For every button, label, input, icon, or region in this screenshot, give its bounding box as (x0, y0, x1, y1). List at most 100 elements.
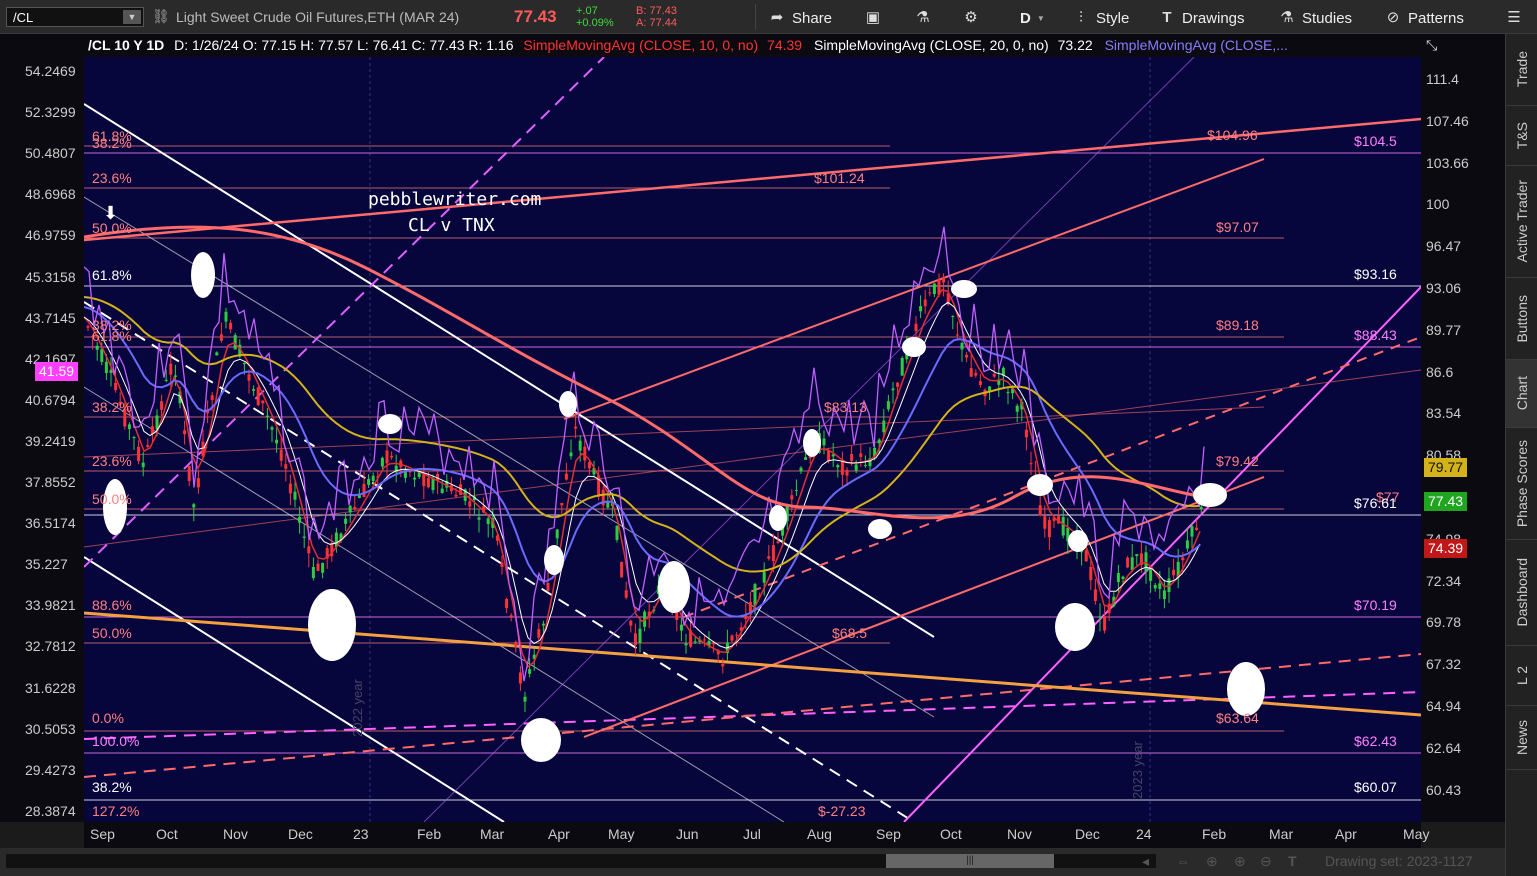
level-label: $76.61 (1354, 495, 1397, 511)
time-axis-tick: 24 (1136, 826, 1152, 842)
zoom-in-icon[interactable]: ⊕ (1206, 853, 1218, 870)
time-axis-tick: Nov (223, 826, 248, 842)
candle-body (528, 669, 532, 674)
expand-icon[interactable]: ⇔ (1176, 853, 1190, 869)
scroll-left-icon[interactable]: ◂ (1142, 853, 1149, 870)
right-axis-tick: 62.64 (1426, 739, 1462, 756)
candle-body (541, 623, 545, 626)
candle-body (679, 624, 683, 631)
candle-body (863, 465, 867, 467)
text-tool-icon[interactable]: T (1288, 853, 1297, 869)
tab-dashboard[interactable]: Dashboard (1506, 540, 1537, 646)
time-axis-tick: Feb (417, 826, 442, 842)
quote-button[interactable]: ▣ (864, 7, 882, 29)
candle-body (146, 445, 150, 447)
candle-body (169, 363, 173, 375)
candle-body (270, 427, 274, 430)
left-price-tag: 41.59 (35, 362, 79, 381)
left-axis-tick: 45.3158 (25, 268, 76, 285)
candle-body (569, 452, 573, 457)
tab-label: Chart (1513, 376, 1530, 411)
tab-phase-scores[interactable]: Phase Scores (1506, 428, 1537, 540)
candle-body (127, 424, 131, 430)
menu-button[interactable]: ☰ (1505, 7, 1523, 29)
candle-body (1015, 405, 1019, 412)
candle-icon: ⫶ (1079, 9, 1083, 26)
candle-body (564, 473, 568, 480)
studies-button[interactable]: ⚗ Studies (1278, 7, 1352, 29)
patterns-icon: ⊘ (1386, 9, 1400, 26)
patterns-button[interactable]: ⊘ Patterns (1384, 7, 1464, 29)
chevron-down-icon[interactable]: ▼ (123, 10, 141, 24)
share-button[interactable]: ➦ Share (768, 7, 832, 29)
tab-time-sales[interactable]: T&S (1506, 106, 1537, 166)
tab-active-trader[interactable]: Active Trader (1506, 166, 1537, 278)
right-axis-tick: 107.46 (1426, 112, 1469, 129)
right-axis-tick: 103.66 (1426, 154, 1469, 171)
drawings-button[interactable]: T Drawings (1158, 7, 1244, 29)
link-icon[interactable]: ⛓ (152, 8, 170, 26)
time-axis-tick: May (1403, 826, 1430, 842)
left-axis-tick: 35.227 (25, 556, 68, 573)
candle-body (385, 450, 389, 464)
candle-body (960, 342, 964, 350)
candle-body (362, 483, 366, 498)
candle-body (353, 507, 357, 510)
right-axis-tick: 67.32 (1426, 656, 1462, 673)
time-axis-tick: Aug (807, 826, 832, 842)
drawing-set-label[interactable]: Drawing set: 2023-1127 (1325, 853, 1473, 869)
candle-body (790, 495, 794, 500)
level-label: $93.16 (1354, 266, 1397, 282)
candle-body (583, 446, 587, 461)
candle-body (1149, 569, 1153, 581)
tab-buttons[interactable]: Buttons (1506, 278, 1537, 360)
time-axis-tick: Jul (743, 826, 761, 842)
tab-label: Trade (1513, 51, 1530, 88)
time-axis-tick: Dec (288, 826, 313, 842)
left-axis-tick: 39.2419 (25, 432, 76, 449)
candle-body (279, 449, 283, 461)
settings-button[interactable]: ⚙ (962, 7, 980, 29)
candle-body (1029, 463, 1033, 465)
candle-body (969, 368, 973, 377)
candle-body (730, 635, 734, 641)
tab-trade[interactable]: Trade (1506, 34, 1537, 106)
candle-body (500, 562, 504, 567)
candle-body (804, 457, 808, 460)
fib-label: 88.6% (92, 597, 132, 613)
zoom-in-icon[interactable]: ⊕ (1234, 853, 1246, 870)
candle-body (624, 590, 628, 598)
symbol-input[interactable]: /CL ▼ (6, 7, 144, 27)
candle-body (183, 430, 187, 435)
zoom-out-icon[interactable]: ⊖ (1260, 853, 1272, 870)
time-axis[interactable]: Sep Oct Nov Dec 23 Feb Mar Apr May Jun Jul Aug Sep Oc… (84, 822, 1429, 848)
fib-label: 23.6% (92, 170, 132, 186)
scrollbar-bar: ||| ◂ ⇔ ⊕ ⊕ ⊖ T Drawing set: 2023-1127 (0, 848, 1505, 876)
tab-label: Dashboard (1513, 558, 1530, 627)
style-button[interactable]: ⫶ Style (1072, 7, 1129, 29)
time-axis-tick: Apr (1335, 826, 1357, 842)
symbol-period: /CL 10 Y 1D (88, 37, 165, 53)
time-axis-tick: Oct (156, 826, 178, 842)
flask-button[interactable]: ⚗ (914, 7, 932, 29)
candle-body (307, 546, 311, 554)
level-label: $104.96 (1207, 127, 1258, 143)
candle-body (505, 599, 509, 609)
tab-level2[interactable]: L 2 (1506, 646, 1537, 706)
chart-area[interactable]: pebblewriter.com CL v TNX 2022 year 2023… (84, 57, 1421, 822)
fib-label: 61.8% (92, 267, 132, 283)
left-axis-tick: 28.3874 (25, 802, 76, 819)
candle-body (771, 545, 775, 562)
candle-body (1024, 429, 1028, 438)
scrollbar-thumb[interactable]: ||| (886, 854, 1054, 868)
period-button[interactable]: D ▼ (1020, 7, 1045, 29)
candle-body (578, 440, 582, 451)
sma-blue-line (84, 306, 1201, 618)
candle-body (367, 479, 371, 485)
studies-icon: ⚗ (1280, 9, 1294, 26)
collapse-icon[interactable]: ⤡ (1426, 37, 1452, 55)
tab-chart[interactable]: Chart (1506, 360, 1537, 428)
sma10-value: 74.39 (767, 37, 803, 53)
tab-news[interactable]: News (1506, 706, 1537, 770)
candle-body (1038, 505, 1042, 516)
